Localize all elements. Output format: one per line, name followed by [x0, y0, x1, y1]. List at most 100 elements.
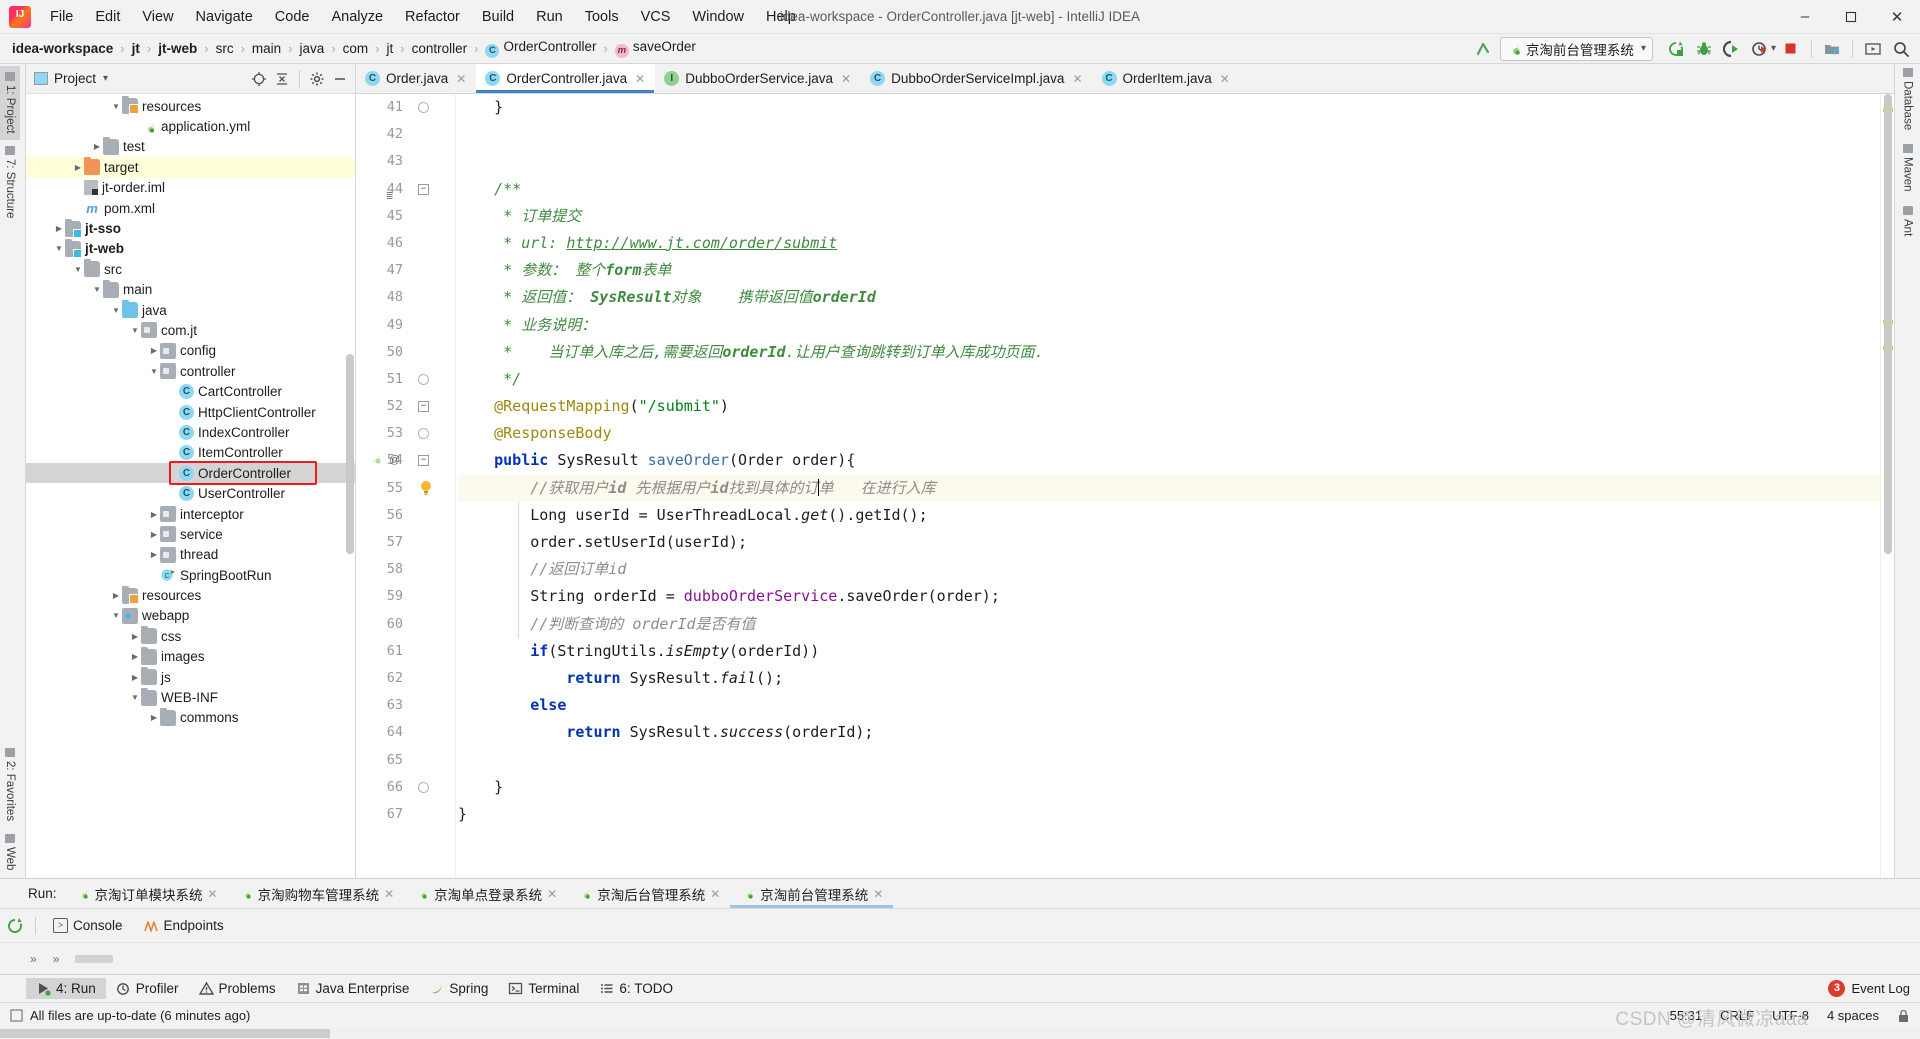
- bottom-tab-terminal[interactable]: Terminal: [498, 978, 589, 999]
- fold-end-icon[interactable]: [418, 428, 429, 440]
- run-configuration-selector[interactable]: 京淘前台管理系统 ▾: [1499, 36, 1653, 61]
- tree-item[interactable]: ▶ test: [26, 136, 355, 157]
- breadcrumb-item-com[interactable]: com: [341, 41, 371, 56]
- code-editor[interactable]: 41424344≣−4546474849505152−5354@−5556575…: [356, 94, 1894, 878]
- editor-tab-dubboorderservice-java[interactable]: I DubboOrderService.java ✕: [655, 64, 861, 93]
- gutter-line[interactable]: 42: [356, 121, 455, 148]
- menu-vcs[interactable]: VCS: [630, 4, 682, 30]
- chevron-down-icon[interactable]: ▼: [110, 306, 122, 315]
- chevron-right-icon[interactable]: ▶: [53, 224, 65, 233]
- update-app-icon[interactable]: [1663, 37, 1689, 61]
- chevron-down-icon[interactable]: ▼: [91, 285, 103, 294]
- gutter-line[interactable]: 57: [356, 529, 455, 556]
- gutter-line[interactable]: 56: [356, 502, 455, 529]
- chevron-down-icon[interactable]: ▼: [53, 244, 65, 253]
- minimize-button[interactable]: –: [1782, 0, 1828, 34]
- tree-item[interactable]: ▼ jt-web: [26, 238, 355, 259]
- tree-item[interactable]: ▼ WEB-INF: [26, 687, 355, 707]
- code-line-60[interactable]: //判断查询的 orderId是否有值: [458, 611, 1880, 638]
- chevron-down-icon[interactable]: ▾: [1641, 43, 1646, 54]
- caret-position[interactable]: 55:31: [1670, 1008, 1703, 1023]
- bottom-tab-6-todo[interactable]: 6: TODO: [589, 978, 683, 999]
- gutter-line[interactable]: 46: [356, 230, 455, 257]
- bottom-tab-4-run[interactable]: 4: Run: [26, 978, 106, 999]
- chevron-right-icon[interactable]: ▶: [129, 652, 141, 661]
- fold-collapse-icon[interactable]: −: [418, 455, 429, 467]
- gutter-line[interactable]: 52 −: [356, 393, 455, 420]
- profiler-icon[interactable]: [1747, 37, 1773, 61]
- code-line-52[interactable]: @RequestMapping("/submit"): [458, 393, 1880, 420]
- gutter-line[interactable]: 61: [356, 638, 455, 665]
- hide-panel-icon[interactable]: [329, 68, 351, 90]
- run-tab[interactable]: 京淘单点登录系统 ✕: [404, 879, 567, 908]
- close-run-tab-icon[interactable]: ✕: [710, 887, 720, 901]
- close-run-tab-icon[interactable]: ✕: [384, 887, 394, 901]
- debug-icon[interactable]: [1691, 37, 1717, 61]
- tree-item[interactable]: ▼ controller: [26, 361, 355, 381]
- gutter-line[interactable]: 41: [356, 94, 455, 121]
- tree-item[interactable]: ▶CSpringBootRun: [26, 565, 355, 585]
- gutter-line[interactable]: 49: [356, 312, 455, 339]
- expand-chevron-icon[interactable]: »: [30, 952, 37, 966]
- fold-end-icon[interactable]: [418, 781, 429, 793]
- chevron-right-icon[interactable]: ▶: [148, 550, 160, 559]
- settings-gear-icon[interactable]: [306, 68, 328, 90]
- menu-view[interactable]: View: [131, 4, 184, 30]
- tree-item[interactable]: ▼ src: [26, 259, 355, 279]
- tree-item[interactable]: ▶ commons: [26, 707, 355, 728]
- editor-tab-dubboorderserviceimpl-java[interactable]: C DubboOrderServiceImpl.java ✕: [861, 64, 1092, 93]
- gutter-line[interactable]: 62: [356, 665, 455, 692]
- tree-item[interactable]: ▶application.yml: [26, 116, 355, 136]
- chevron-right-icon[interactable]: ▶: [148, 510, 160, 519]
- code-line-63[interactable]: else: [458, 692, 1880, 719]
- intention-bulb-icon[interactable]: [419, 480, 433, 496]
- breadcrumb-item-controller[interactable]: controller: [410, 41, 470, 56]
- code-line-48[interactable]: * 返回值： SysResult对象 携带返回值orderId: [458, 284, 1880, 311]
- tree-item[interactable]: ▼ java: [26, 300, 355, 320]
- os-scrollbar[interactable]: [0, 1028, 1920, 1039]
- lock-icon[interactable]: [1897, 1009, 1910, 1023]
- breadcrumb-item-jt[interactable]: jt: [385, 41, 396, 56]
- code-line-51[interactable]: */: [458, 366, 1880, 393]
- code-line-61[interactable]: if(StringUtils.isEmpty(orderId)): [458, 638, 1880, 665]
- run-subtab-console[interactable]: > Console: [45, 915, 131, 936]
- fold-collapse-icon[interactable]: −: [418, 183, 429, 195]
- tree-item[interactable]: ▶ thread: [26, 545, 355, 565]
- menu-code[interactable]: Code: [264, 4, 321, 30]
- close-tab-icon[interactable]: ✕: [841, 72, 851, 86]
- code-line-55[interactable]: //获取用户id 先根据用户id找到具体的订单 在进行入库: [458, 474, 1880, 502]
- menu-tools[interactable]: Tools: [574, 4, 630, 30]
- stop-icon[interactable]: [1778, 37, 1804, 61]
- gutter-line[interactable]: 58: [356, 556, 455, 583]
- code-line-45[interactable]: * 订单提交: [458, 203, 1880, 230]
- run-tab[interactable]: 京淘订单模块系统 ✕: [65, 879, 228, 908]
- tree-item[interactable]: ▼ resources: [26, 96, 355, 116]
- close-tab-icon[interactable]: ✕: [1220, 72, 1230, 86]
- tool-window-maven[interactable]: Maven: [1902, 144, 1914, 192]
- locate-icon[interactable]: [248, 68, 270, 90]
- breadcrumb-item-idea-workspace[interactable]: idea-workspace: [10, 41, 115, 56]
- bottom-tab-problems[interactable]: Problems: [189, 978, 286, 999]
- collapse-all-icon[interactable]: [271, 68, 293, 90]
- editor-vertical-scrollbar[interactable]: [1881, 94, 1894, 878]
- run-tab[interactable]: 京淘后台管理系统 ✕: [567, 879, 730, 908]
- spring-bean-marker-icon[interactable]: @: [371, 451, 399, 467]
- fold-collapse-icon[interactable]: −: [418, 401, 429, 413]
- gutter-line[interactable]: 50: [356, 339, 455, 366]
- code-line-65[interactable]: [458, 747, 1880, 774]
- run-console-content[interactable]: » »: [0, 943, 1920, 974]
- menu-window[interactable]: Window: [681, 4, 755, 30]
- search-everywhere-icon[interactable]: [1888, 37, 1914, 61]
- menu-build[interactable]: Build: [471, 4, 525, 30]
- tree-item[interactable]: ▼ main: [26, 279, 355, 300]
- gutter-line[interactable]: 54@−: [356, 447, 455, 474]
- breadcrumb-item-src[interactable]: src: [214, 41, 236, 56]
- editor-tab-orderitem-java[interactable]: C OrderItem.java ✕: [1093, 64, 1240, 93]
- menu-refactor[interactable]: Refactor: [394, 4, 471, 30]
- chevron-down-icon[interactable]: ▼: [72, 265, 84, 274]
- code-line-66[interactable]: }: [458, 774, 1880, 801]
- code-line-58[interactable]: //返回订单id: [458, 556, 1880, 583]
- tree-item[interactable]: ▶ jt-sso: [26, 218, 355, 238]
- fold-end-icon[interactable]: [418, 373, 429, 385]
- tool-window-1-project[interactable]: 1: Project: [0, 66, 20, 140]
